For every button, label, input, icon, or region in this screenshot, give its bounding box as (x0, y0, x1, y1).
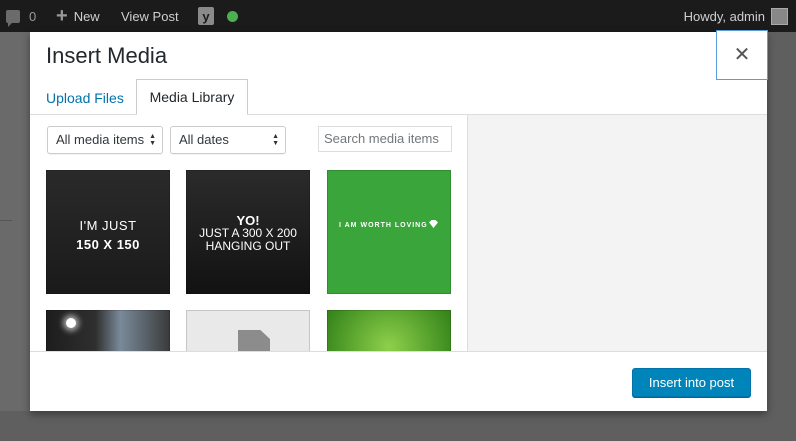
gem-icon (429, 220, 438, 228)
backdrop-right (767, 32, 796, 411)
backdrop-left (0, 32, 30, 441)
thumb-text: HANGING OUT (205, 239, 291, 253)
admin-bar: 0 + New View Post y Howdy, admin (0, 0, 796, 32)
view-post-link[interactable]: View Post (121, 0, 179, 32)
media-item[interactable] (46, 310, 170, 351)
seo-status (227, 0, 238, 32)
status-dot-icon (227, 10, 238, 22)
thumb-text: I AM WORTH LOVING (339, 222, 428, 229)
yoast-menu[interactable]: y (198, 0, 214, 32)
date-value: All dates (179, 132, 229, 147)
media-item[interactable] (186, 310, 310, 351)
yoast-logo-icon: y (198, 7, 214, 25)
thumb-text: JUST A 300 X 200 (199, 226, 297, 240)
modal-title: Insert Media (46, 43, 168, 68)
plus-icon: + (56, 5, 68, 27)
view-post-label: View Post (121, 8, 179, 24)
attachment-details-sidebar (467, 115, 767, 351)
media-item[interactable]: YO! JUST A 300 X 200 HANGING OUT (186, 170, 310, 294)
select-arrows-icon: ▲ ▼ (272, 133, 279, 147)
close-button[interactable]: ✕ (716, 30, 768, 80)
avatar (771, 7, 788, 25)
insert-into-post-button[interactable]: Insert into post (632, 368, 751, 397)
modal-footer: Insert into post (30, 351, 767, 411)
media-type-select[interactable]: All media items ▲ ▼ (47, 126, 163, 154)
media-type-value: All media items (56, 132, 145, 147)
thumb-text: 150 X 150 (76, 237, 140, 252)
account-menu[interactable]: Howdy, admin (684, 0, 788, 32)
tab-upload-files[interactable]: Upload Files (46, 89, 124, 113)
search-placeholder: Search media items (324, 131, 439, 146)
date-select[interactable]: All dates ▲ ▼ (170, 126, 286, 154)
backdrop-bottom (0, 411, 796, 441)
tab-media-library[interactable]: Media Library (136, 79, 248, 115)
document-icon (238, 330, 270, 351)
select-arrows-icon: ▲ ▼ (149, 133, 156, 147)
media-grid: I'M JUST 150 X 150 YO! JUST A 300 X 200 … (46, 170, 467, 351)
comment-bubble-icon (6, 9, 20, 27)
comments-count: 0 (29, 8, 37, 24)
thumb-text: I'M JUST (79, 218, 137, 233)
close-icon: ✕ (733, 44, 751, 66)
media-item[interactable]: I AM WORTH LOVING (327, 170, 451, 294)
howdy-label: Howdy, admin (683, 8, 765, 24)
media-item[interactable] (327, 310, 451, 351)
insert-media-modal: Insert Media ✕ Upload Files Media Librar… (30, 30, 768, 411)
search-input[interactable]: Search media items (318, 126, 452, 152)
new-content-link[interactable]: + New (56, 0, 100, 32)
comments-link[interactable]: 0 (6, 0, 36, 32)
media-item[interactable]: I'M JUST 150 X 150 (46, 170, 170, 294)
new-label: New (73, 8, 100, 24)
street-light-image (66, 318, 76, 328)
